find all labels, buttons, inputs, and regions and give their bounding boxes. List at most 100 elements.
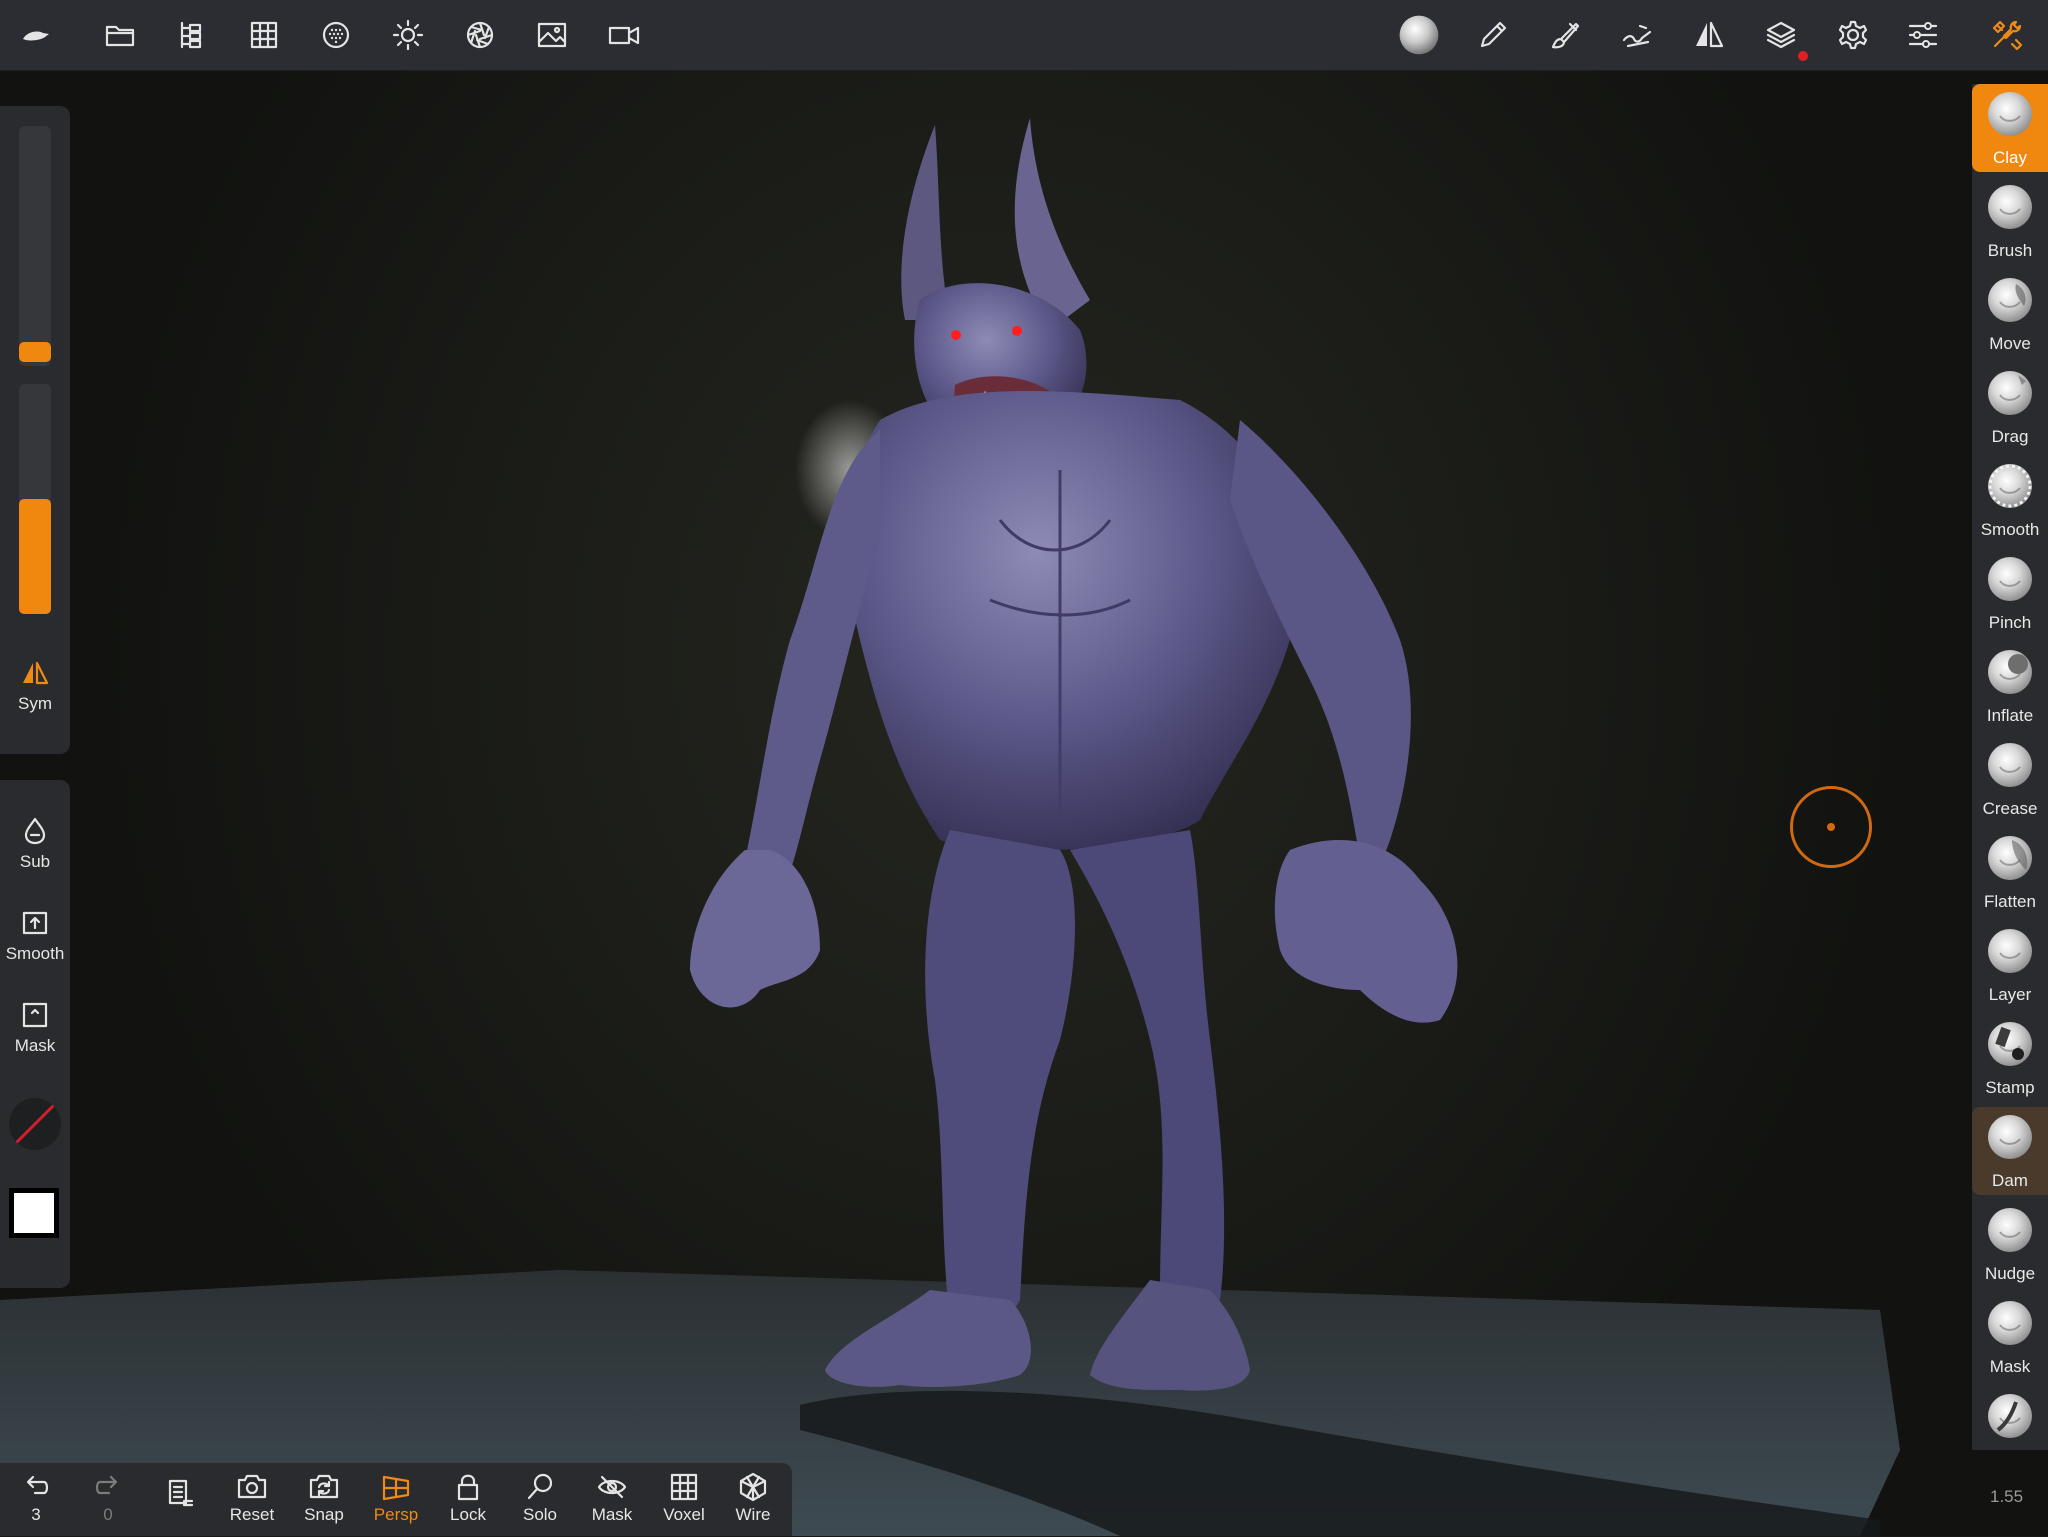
folder-icon: [105, 25, 135, 47]
light-button[interactable]: [384, 11, 432, 59]
brush-panel: Clay Brush Move Drag Smooth Pinch Inflate Creas…: [1972, 84, 2048, 1450]
smooth-toggle[interactable]: Smooth: [0, 908, 70, 964]
brush-brush-icon: [1988, 185, 2032, 229]
stroke-button[interactable]: [1613, 11, 1661, 59]
wire-button[interactable]: Wire: [721, 1471, 785, 1531]
reset-camera-button[interactable]: Reset: [220, 1471, 284, 1531]
undo-button[interactable]: 3: [4, 1471, 68, 1531]
settings-button[interactable]: [1829, 11, 1877, 59]
voxel-label: Voxel: [663, 1505, 705, 1524]
left-tools-panel: Sub Smooth Mask: [0, 780, 70, 1288]
solo-label: Solo: [522, 1505, 558, 1524]
sculpt-scene[interactable]: [0, 0, 2048, 1536]
brush-stamp[interactable]: Stamp: [1972, 1014, 2048, 1102]
tools-button[interactable]: [1983, 11, 2031, 59]
sliders-button[interactable]: [1899, 11, 1947, 59]
brush-brush[interactable]: Brush: [1972, 177, 2048, 265]
snap-button[interactable]: Snap: [292, 1471, 356, 1531]
notification-dot: [1798, 51, 1808, 61]
redo-button[interactable]: 0: [76, 1471, 140, 1531]
sun-icon: [392, 19, 424, 51]
camera-reset-icon: [237, 1474, 267, 1499]
wireframe-icon: [739, 1472, 767, 1502]
matcap-sphere-icon: [1399, 15, 1439, 55]
brush-label: Clay: [1992, 148, 2027, 167]
sub-toggle[interactable]: Sub: [0, 816, 70, 872]
brush-label: Brush: [1987, 241, 2033, 260]
no-alpha-icon: [11, 1100, 59, 1148]
brush-label: Mask: [1989, 1357, 2031, 1376]
hierarchy-icon: [180, 21, 202, 49]
brush-drag[interactable]: Drag: [1972, 363, 2048, 451]
brush-move-icon: [1988, 278, 2032, 322]
sym-toggle[interactable]: Sym: [0, 658, 70, 714]
reset-label: Reset: [229, 1505, 275, 1524]
color-swatch-button[interactable]: [9, 1188, 59, 1238]
brush-inflate[interactable]: Inflate: [1972, 642, 2048, 730]
alpha-button[interactable]: [9, 1098, 61, 1150]
mask-toggle[interactable]: Mask: [0, 1000, 70, 1056]
lock-icon: [457, 1474, 479, 1501]
brush-stamp-icon: [1988, 1022, 2032, 1066]
topology-button[interactable]: [240, 11, 288, 59]
creature-model: [690, 118, 1458, 1391]
brush-crease[interactable]: Crease: [1972, 735, 2048, 823]
symmetry-button[interactable]: [1685, 11, 1733, 59]
paint-brush-icon: [1551, 22, 1580, 49]
brush-smooth[interactable]: Smooth: [1972, 456, 2048, 544]
intensity-slider[interactable]: [19, 384, 51, 614]
lock-label: Lock: [450, 1505, 486, 1524]
perspective-icon: [382, 1475, 410, 1501]
brush-dam[interactable]: Dam: [1972, 1107, 2048, 1195]
camera-button[interactable]: [600, 11, 648, 59]
brush-layer[interactable]: Layer: [1972, 921, 2048, 1009]
brush-mask[interactable]: Mask: [1972, 1293, 2048, 1381]
document-list-icon: [168, 1479, 194, 1507]
layers-icon: [1766, 21, 1796, 49]
radius-slider[interactable]: [19, 126, 51, 366]
camera-snap-icon: [309, 1474, 339, 1499]
tools-icon: [1992, 20, 2023, 51]
brush-clay[interactable]: Clay: [1972, 84, 2048, 172]
brush-label: Dam: [1992, 1171, 2028, 1190]
magnifier-icon: [527, 1473, 553, 1500]
brush-flatten-icon: [1988, 836, 2032, 880]
stroke-icon: [1622, 24, 1652, 48]
smooth-label: Smooth: [5, 944, 65, 963]
persp-button[interactable]: Persp: [364, 1471, 428, 1531]
brush-selmask[interactable]: SelMask: [1972, 1386, 2048, 1450]
brush-pinch[interactable]: Pinch: [1972, 549, 2048, 637]
intensity-slider-fill: [19, 499, 51, 614]
voxel-grid-icon: [670, 1473, 698, 1501]
gear-icon: [1838, 20, 1868, 50]
layers-button[interactable]: [1757, 11, 1805, 59]
postprocess-button[interactable]: [456, 11, 504, 59]
brush-label: Layer: [1988, 985, 2032, 1004]
brush-crease-icon: [1988, 743, 2032, 787]
background-button[interactable]: [528, 11, 576, 59]
3d-viewport[interactable]: [0, 0, 2048, 1536]
files-button[interactable]: [96, 11, 144, 59]
persp-label: Persp: [373, 1505, 419, 1524]
solo-button[interactable]: Solo: [508, 1471, 572, 1531]
radius-slider-fill: [19, 342, 51, 362]
history-menu-button[interactable]: [148, 1477, 212, 1537]
brush-move[interactable]: Move: [1972, 270, 2048, 358]
scene-button[interactable]: [168, 11, 216, 59]
brush-flatten[interactable]: Flatten: [1972, 828, 2048, 916]
material-button[interactable]: [312, 11, 360, 59]
brush-label: Smooth: [1980, 520, 2040, 539]
nomad-logo: [23, 31, 49, 41]
brush-nudge[interactable]: Nudge: [1972, 1200, 2048, 1288]
mask-visibility-button[interactable]: Mask: [580, 1471, 644, 1531]
app-logo-button[interactable]: [12, 11, 60, 59]
dot-sphere-icon: [322, 21, 350, 49]
brush-label: Stamp: [1985, 1078, 2035, 1097]
matcap-button[interactable]: [1395, 11, 1443, 59]
sub-label: Sub: [19, 852, 51, 871]
paint-button[interactable]: [1469, 11, 1517, 59]
brush-dam-icon: [1988, 1115, 2032, 1159]
voxel-button[interactable]: Voxel: [652, 1471, 716, 1531]
painting-button[interactable]: [1541, 11, 1589, 59]
lock-button[interactable]: Lock: [436, 1471, 500, 1531]
